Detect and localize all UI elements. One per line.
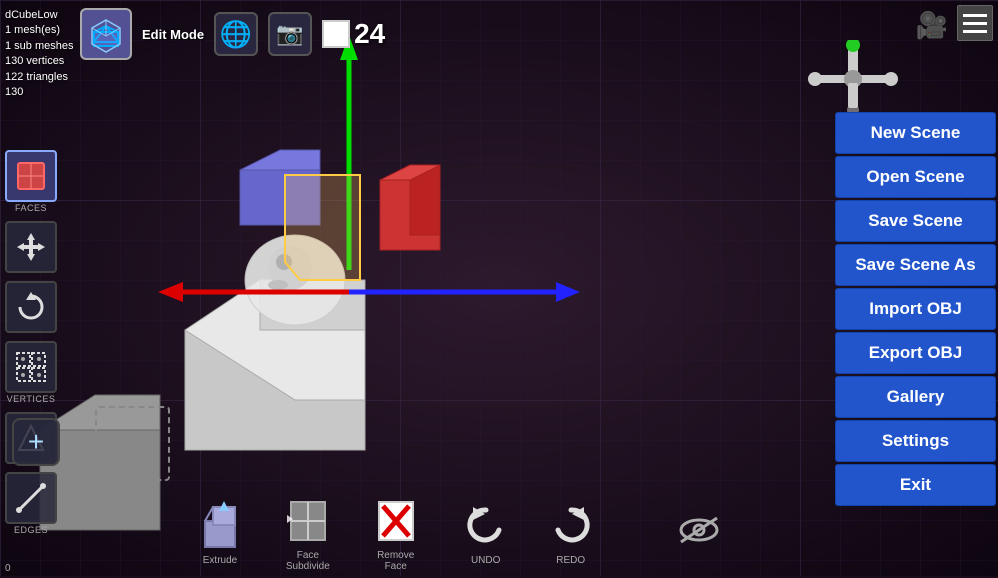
undo-label: UNDO xyxy=(471,555,500,566)
frame-counter: 24 xyxy=(322,18,385,50)
sub-mesh-count: 1 sub meshes xyxy=(5,39,73,54)
selection-box xyxy=(95,406,170,481)
ham-line-2 xyxy=(963,22,987,25)
redo-label: REDO xyxy=(556,555,585,566)
ham-line-3 xyxy=(963,30,987,33)
face-subdivide-label: Face Subdivide xyxy=(277,550,339,572)
import-obj-button[interactable]: Import OBJ xyxy=(835,288,996,330)
gallery-button[interactable]: Gallery xyxy=(835,376,996,418)
remove-face-tool-icon xyxy=(369,493,423,547)
top-toolbar: Edit Mode 🌐 📷 24 xyxy=(80,8,385,60)
screenshot-button[interactable]: 📷 xyxy=(268,12,312,56)
rotate-tool-icon xyxy=(5,281,57,333)
add-button[interactable]: + xyxy=(12,418,60,466)
cube-wireframe-icon xyxy=(86,14,126,54)
move-tool-icon xyxy=(5,221,57,273)
open-scene-button[interactable]: Open Scene xyxy=(835,156,996,198)
edit-mode-label: Edit Mode xyxy=(142,27,204,42)
navigation-gizmo[interactable] xyxy=(808,40,898,120)
save-scene-as-button[interactable]: Save Scene As xyxy=(835,244,996,286)
visibility-button[interactable] xyxy=(656,506,742,559)
new-scene-button[interactable]: New Scene xyxy=(835,112,996,154)
triangle-count: 122 triangles xyxy=(5,70,73,85)
left-toolbar: FACES xyxy=(5,150,57,535)
top-right-controls: 🎥 xyxy=(916,10,948,41)
mode-value: 130 xyxy=(5,85,73,100)
exit-button[interactable]: Exit xyxy=(835,464,996,506)
extrude-tool-icon xyxy=(193,498,247,552)
mesh-count: 1 mesh(es) xyxy=(5,23,73,38)
undo-tool-icon xyxy=(459,498,513,552)
redo-tool-item[interactable]: REDO xyxy=(531,492,611,572)
vertices-tool-icon xyxy=(5,341,57,393)
faces-tool-icon xyxy=(5,150,57,202)
frame-square-icon xyxy=(322,20,350,48)
gizmo-svg xyxy=(808,40,898,120)
remove-face-tool-item[interactable]: Remove Face xyxy=(356,487,436,578)
hamburger-menu-button[interactable] xyxy=(957,5,993,41)
rotate-tool-item[interactable] xyxy=(5,281,57,333)
redo-tool-icon xyxy=(544,498,598,552)
ham-line-1 xyxy=(963,14,987,17)
extrude-tool-item[interactable]: Extrude xyxy=(180,492,260,572)
info-panel: dCubeLow 1 mesh(es) 1 sub meshes 130 ver… xyxy=(5,8,73,100)
undo-tool-item[interactable]: UNDO xyxy=(446,492,526,572)
settings-button[interactable]: Settings xyxy=(835,420,996,462)
object-name: dCubeLow xyxy=(5,8,73,23)
global-transform-button[interactable]: 🌐 xyxy=(214,12,258,56)
eye-closed-icon xyxy=(676,512,722,548)
vertices-tool-item[interactable]: VERTICES xyxy=(5,341,57,404)
right-menu-panel: New Scene Open Scene Save Scene Save Sce… xyxy=(833,110,998,508)
face-subdivide-tool-icon xyxy=(281,493,335,547)
faces-tool-item[interactable]: FACES xyxy=(5,150,57,213)
video-camera-button[interactable]: 🎥 xyxy=(916,10,948,41)
remove-face-label: Remove Face xyxy=(368,550,424,572)
cube-wireframe-button[interactable] xyxy=(80,8,132,60)
bottom-coordinate: 0 xyxy=(5,563,11,574)
face-subdivide-tool-item[interactable]: Face Subdivide xyxy=(265,487,351,578)
save-scene-button[interactable]: Save Scene xyxy=(835,200,996,242)
frame-number: 24 xyxy=(354,18,385,50)
faces-label: FACES xyxy=(15,203,47,213)
vertex-count: 130 vertices xyxy=(5,54,73,69)
vertices-label: VERTICES xyxy=(7,394,56,404)
extrude-label: Extrude xyxy=(203,555,237,566)
export-obj-button[interactable]: Export OBJ xyxy=(835,332,996,374)
move-tool-item[interactable] xyxy=(5,221,57,273)
